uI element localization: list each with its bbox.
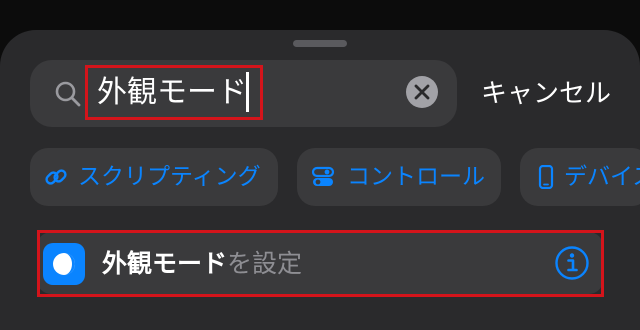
link-icon <box>45 169 67 185</box>
toggle-icon <box>311 166 335 186</box>
chip-label: コントロール <box>347 164 485 190</box>
phone-icon <box>538 165 554 189</box>
search-highlight-box <box>85 65 263 120</box>
close-icon <box>414 84 430 100</box>
chip-controls[interactable]: コントロール <box>297 148 501 206</box>
chip-device[interactable]: デバイス <box>520 148 640 206</box>
chip-label: デバイス <box>564 164 640 190</box>
chip-scripting[interactable]: スクリプティング <box>30 148 278 206</box>
result-highlight-box <box>37 230 604 297</box>
clear-search-button[interactable] <box>406 76 438 108</box>
cancel-button[interactable]: キャンセル <box>481 74 611 114</box>
chip-label: スクリプティング <box>78 164 261 190</box>
sheet-grabber[interactable] <box>293 40 347 47</box>
search-icon <box>55 81 81 107</box>
